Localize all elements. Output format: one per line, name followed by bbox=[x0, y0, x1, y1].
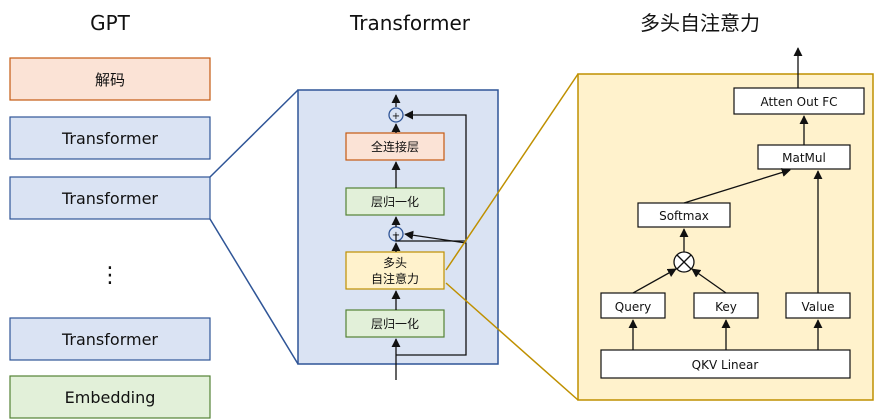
atten-out-label: Atten Out FC bbox=[760, 95, 837, 109]
heading-gpt: GPT bbox=[90, 11, 131, 35]
attention-panel: Atten Out FC MatMul Softmax Query Key Va… bbox=[577, 47, 874, 401]
norm-bottom-label: 层归一化 bbox=[371, 317, 419, 331]
diagram-canvas: GPT Transformer 多头自注意力 解码 Transformer Tr… bbox=[0, 0, 877, 419]
mha-label-line2: 自注意力 bbox=[371, 271, 419, 286]
mha-label-line1: 多头 bbox=[383, 256, 407, 270]
embedding-label: Embedding bbox=[65, 388, 156, 407]
add-symbol-top: + bbox=[392, 111, 400, 122]
zoom-line-bottom-blue bbox=[209, 218, 299, 365]
gpt-transformer-label-2: Transformer bbox=[61, 189, 158, 208]
decode-label: 解码 bbox=[95, 71, 125, 89]
zoom-line-top-blue bbox=[209, 89, 299, 178]
norm-top-label: 层归一化 bbox=[371, 195, 419, 209]
key-label: Key bbox=[715, 300, 737, 314]
matmul-label: MatMul bbox=[782, 151, 826, 165]
gpt-stack: 解码 Transformer Transformer ⋮ Transformer… bbox=[9, 57, 211, 419]
gpt-transformer-label-1: Transformer bbox=[61, 129, 158, 148]
gpt-ellipsis: ⋮ bbox=[99, 263, 121, 288]
fc-label: 全连接层 bbox=[371, 139, 419, 154]
qkv-label: QKV Linear bbox=[692, 358, 759, 372]
query-label: Query bbox=[615, 300, 651, 314]
value-label: Value bbox=[802, 300, 835, 314]
diagram-svg: GPT Transformer 多头自注意力 解码 Transformer Tr… bbox=[9, 11, 874, 419]
gpt-transformer-label-last: Transformer bbox=[61, 330, 158, 349]
softmax-label: Softmax bbox=[659, 209, 709, 223]
heading-transformer: Transformer bbox=[349, 11, 471, 35]
transformer-panel: + 全连接层 层归一化 + 多头 自注意力 层归一化 bbox=[297, 89, 499, 380]
heading-mha: 多头自注意力 bbox=[640, 11, 760, 35]
